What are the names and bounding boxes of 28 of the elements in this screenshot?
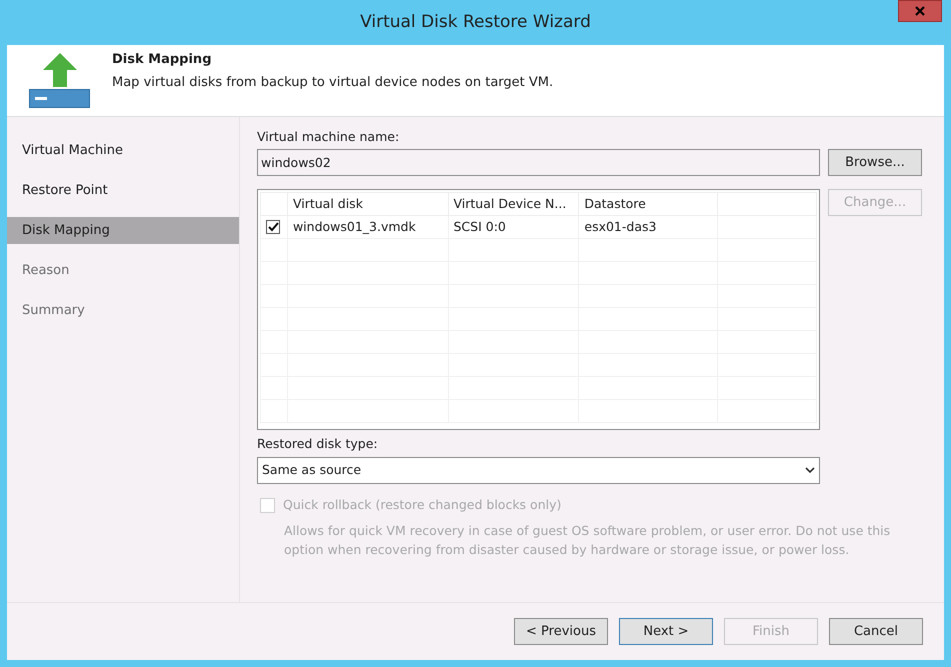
upload-disk-icon <box>29 53 91 109</box>
window-title: Virtual Disk Restore Wizard <box>360 10 591 34</box>
option-description: Allows for quick VM recovery in case of guest OS software problem, or user error. Do not use this option when recovering from disaster caused by hardware or storage issue, or power loss. <box>284 522 892 559</box>
table-cell: windows01_3.vmdk <box>287 216 448 238</box>
close-icon <box>915 6 925 16</box>
wizard-step[interactable]: Virtual Machine <box>7 137 239 164</box>
chevron-down-icon <box>805 467 815 474</box>
checkbox-label: Quick rollback (restore changed blocks only) <box>283 496 562 514</box>
disk-type-dropdown[interactable]: Same as source <box>257 457 820 484</box>
page-title: Disk Mapping <box>112 51 212 69</box>
field-label: Restored disk type: <box>257 435 379 453</box>
column-header[interactable]: Virtual Device N... <box>448 192 579 216</box>
field-label: Virtual machine name: <box>257 128 400 146</box>
close-button[interactable] <box>898 0 942 22</box>
wizard-step[interactable]: Disk Mapping <box>7 217 239 244</box>
wizard-button[interactable]: < Previous <box>514 618 608 645</box>
column-header[interactable]: Datastore <box>578 192 718 216</box>
column-header[interactable]: Virtual disk <box>287 192 448 216</box>
wizard-step[interactable]: Restore Point <box>7 177 239 204</box>
table-cell: esx01-das3 <box>578 216 718 238</box>
table-cell: SCSI 0:0 <box>448 216 579 238</box>
wizard-button[interactable]: Cancel <box>829 618 923 645</box>
vm-name-field[interactable]: windows02 <box>257 149 820 176</box>
browse-button[interactable]: Browse... <box>828 149 922 176</box>
dropdown-value: Same as source <box>262 461 362 480</box>
wizard-button[interactable]: Next > <box>619 618 713 645</box>
page-description: Map virtual disks from backup to virtual device nodes on target VM. <box>112 74 554 92</box>
checkbox[interactable] <box>266 220 280 234</box>
